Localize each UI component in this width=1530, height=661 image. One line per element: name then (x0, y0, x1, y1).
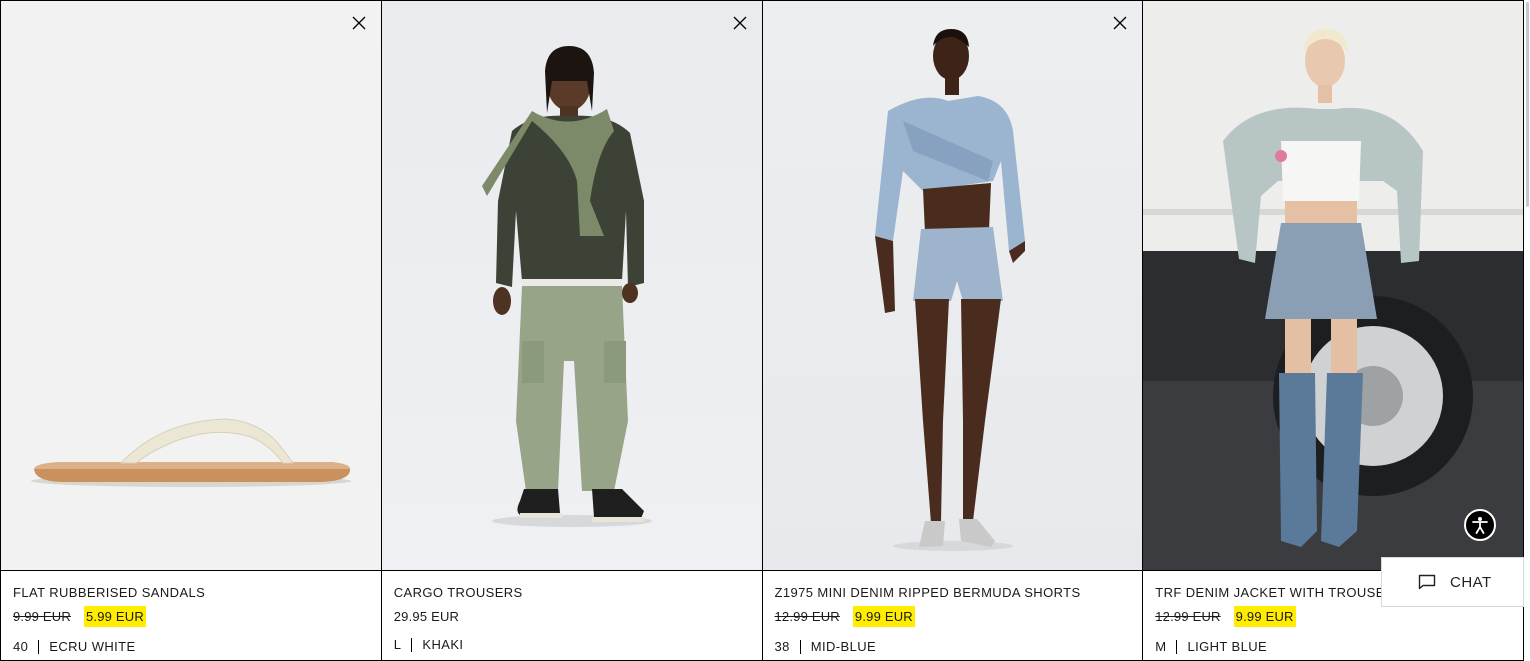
cargo-trousers-model-image (481, 46, 652, 527)
original-price: 9.99 EUR (13, 608, 71, 624)
product-name[interactable]: CARGO TROUSERS (394, 585, 724, 601)
divider (38, 639, 40, 654)
product-variant: 38 MID-BLUE (775, 639, 877, 654)
product-image[interactable] (1, 1, 381, 571)
chat-button[interactable]: CHAT (1381, 557, 1524, 607)
product-size: 40 (13, 639, 29, 654)
scrollbar[interactable] (1526, 2, 1529, 207)
price-row: 9.99 EUR 5.99 EUR (13, 605, 369, 627)
accessibility-button[interactable] (1464, 509, 1496, 541)
product-variant: M LIGHT BLUE (1155, 639, 1267, 654)
product-variant: L KHAKI (394, 637, 464, 652)
product-color: MID-BLUE (810, 639, 877, 654)
divider (411, 637, 413, 652)
product-size: 38 (774, 639, 790, 654)
product-variant: 40 ECRU WHITE (13, 639, 136, 654)
sale-price: 9.99 EUR (1233, 605, 1296, 627)
remove-button[interactable] (1112, 15, 1128, 31)
product-name[interactable]: FLAT RUBBERISED SANDALS (13, 585, 343, 601)
original-price: 12.99 EUR (774, 608, 840, 624)
sale-price: 5.99 EUR (83, 605, 146, 627)
product-card[interactable]: FLAT RUBBERISED SANDALS 9.99 EUR 5.99 EU… (1, 1, 382, 661)
product-image[interactable] (1143, 1, 1523, 571)
product-name[interactable]: TRF DENIM JACKET WITH TROUSERS (1155, 585, 1383, 601)
price-row: 12.99 EUR 9.99 EUR (1155, 605, 1511, 627)
product-size: M (1155, 639, 1167, 654)
product-color: KHAKI (422, 637, 464, 652)
price: 29.95 EUR (393, 608, 460, 624)
denim-shorts-model-image (874, 29, 1025, 551)
original-price: 12.99 EUR (1155, 608, 1221, 624)
product-color: ECRU WHITE (49, 639, 136, 654)
price-row: 29.95 EUR (394, 605, 750, 627)
product-card[interactable]: Z1975 MINI DENIM RIPPED BERMUDA SHORTS 1… (762, 1, 1144, 661)
remove-button[interactable] (351, 15, 367, 31)
close-icon (733, 16, 746, 30)
divider (1176, 639, 1178, 654)
product-grid: FLAT RUBBERISED SANDALS 9.99 EUR 5.99 EU… (0, 0, 1524, 661)
product-size: L (393, 637, 402, 652)
close-icon (352, 16, 366, 30)
accessibility-icon (1472, 517, 1488, 534)
product-card[interactable]: CARGO TROUSERS 29.95 EUR L KHAKI (381, 1, 763, 661)
flat-sandal-image (31, 418, 351, 487)
product-name[interactable]: Z1975 MINI DENIM RIPPED BERMUDA SHORTS (775, 585, 1105, 601)
sale-price: 9.99 EUR (852, 605, 915, 627)
remove-button[interactable] (732, 15, 748, 31)
product-image[interactable] (762, 1, 1143, 571)
product-color: LIGHT BLUE (1187, 639, 1268, 654)
close-icon (1113, 16, 1127, 30)
denim-jacket-model-image (1143, 1, 1523, 570)
chat-label: CHAT (1450, 574, 1492, 591)
price-row: 12.99 EUR 9.99 EUR (775, 605, 1131, 627)
product-image[interactable] (381, 1, 762, 571)
chat-bubble-icon (1418, 574, 1436, 590)
divider (799, 639, 801, 654)
